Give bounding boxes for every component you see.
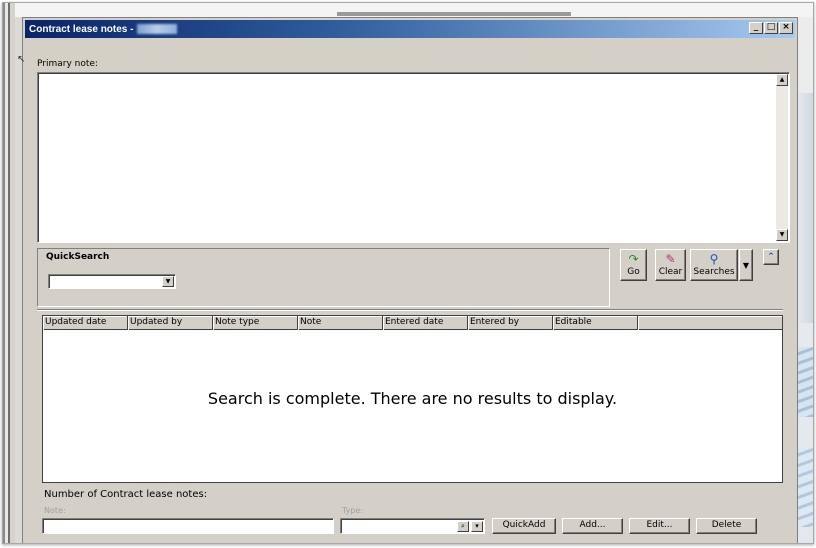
- searches-label: Searches: [693, 267, 735, 277]
- column-header-filler: [638, 316, 782, 330]
- search-icon: ⚲: [709, 252, 719, 266]
- scroll-down-icon[interactable]: ▼: [776, 229, 788, 241]
- column-header-note-type[interactable]: Note type: [213, 316, 298, 330]
- double-chevron-up-icon: ⌃: [767, 252, 775, 262]
- note-input[interactable]: [42, 518, 334, 534]
- searches-button[interactable]: ⚲ Searches: [690, 249, 738, 281]
- column-header-updated-date[interactable]: Updated date: [43, 316, 128, 330]
- type-field-label: Type:: [342, 506, 364, 515]
- close-button[interactable]: ×: [779, 22, 793, 34]
- add-button[interactable]: Add...: [562, 518, 623, 534]
- dropdown-arrow-icon[interactable]: ▼: [162, 276, 174, 287]
- separator: [37, 309, 783, 311]
- empty-results-message: Search is complete. There are no results…: [207, 389, 618, 408]
- column-header-entered-date[interactable]: Entered date: [383, 316, 468, 330]
- contract-lease-notes-window: Contract lease notes - _ □ × Primary not…: [22, 17, 798, 543]
- primary-note-scrollbar[interactable]: ▲ ▼: [776, 74, 788, 241]
- primary-note-textarea[interactable]: ▲ ▼: [37, 72, 790, 243]
- note-field-label: Note:: [44, 506, 66, 515]
- searches-dropdown-button[interactable]: ▼: [739, 249, 753, 281]
- maximize-button[interactable]: □: [764, 22, 778, 34]
- edit-button[interactable]: Edit...: [629, 518, 690, 534]
- column-header-note[interactable]: Note: [298, 316, 383, 330]
- type-input[interactable]: ⌕ ▾: [340, 518, 485, 534]
- notes-grid[interactable]: Updated date Updated by Note type Note E…: [42, 315, 783, 483]
- minimize-button[interactable]: _: [749, 22, 763, 34]
- quicksearch-title: QuickSearch: [46, 252, 110, 262]
- redacted-title-part: [137, 24, 178, 34]
- quicksearch-select[interactable]: ▼: [48, 274, 176, 289]
- notes-count-label: Number of Contract lease notes:: [44, 489, 208, 500]
- column-header-editable[interactable]: Editable: [553, 316, 638, 330]
- column-header-updated-by[interactable]: Updated by: [128, 316, 213, 330]
- primary-note-label: Primary note:: [37, 59, 98, 69]
- grid-header: Updated date Updated by Note type Note E…: [43, 316, 782, 330]
- screenshot-frame: Contract lease notes - _ □ × Primary not…: [2, 2, 814, 544]
- background-window-edge: [3, 3, 15, 543]
- delete-button[interactable]: Delete: [696, 518, 757, 534]
- scroll-up-icon[interactable]: ▲: [776, 74, 788, 86]
- clear-button[interactable]: ✎ Clear: [655, 249, 686, 281]
- window-titlebar[interactable]: Contract lease notes - _ □ ×: [25, 20, 795, 38]
- eraser-icon: ✎: [665, 252, 676, 266]
- quickadd-button[interactable]: QuickAdd: [492, 518, 556, 534]
- mouse-cursor-icon: ↖: [17, 54, 26, 65]
- lookup-dropdown-icon[interactable]: ▾: [471, 521, 483, 532]
- window-title: Contract lease notes -: [29, 23, 134, 35]
- column-header-entered-by[interactable]: Entered by: [468, 316, 553, 330]
- lookup-search-icon[interactable]: ⌕: [457, 521, 469, 532]
- background-top-strip: [15, 3, 813, 17]
- clear-label: Clear: [658, 267, 683, 277]
- collapse-button[interactable]: ⌃: [763, 249, 779, 265]
- go-arrow-icon: ↷: [628, 252, 639, 266]
- go-label: Go: [627, 267, 640, 277]
- quicksearch-panel: QuickSearch ▼: [37, 248, 610, 307]
- chevron-down-icon: ▼: [742, 260, 750, 270]
- go-button[interactable]: ↷ Go: [620, 249, 647, 281]
